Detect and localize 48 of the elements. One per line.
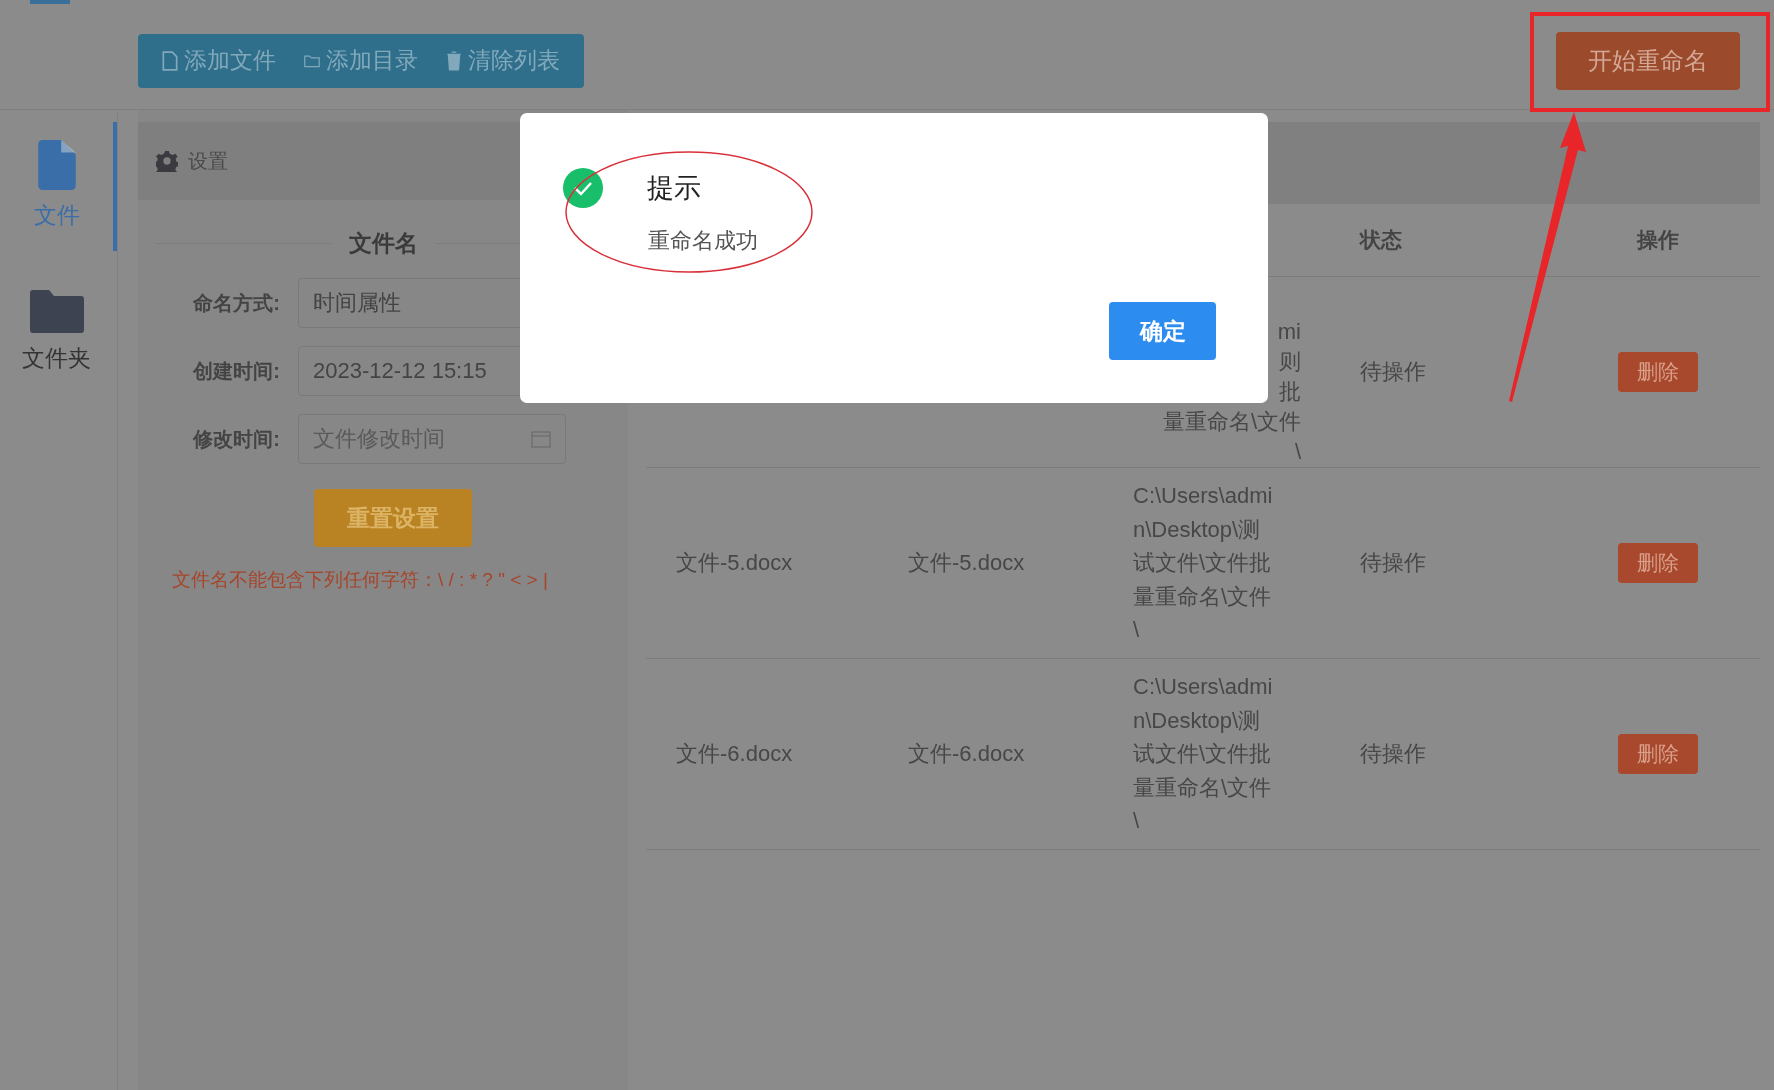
delete-button[interactable]: 删除	[1618, 734, 1698, 774]
confirm-button[interactable]: 确定	[1109, 302, 1216, 360]
path-text-line: C:\Users\admi	[1133, 673, 1273, 702]
toolbar-button[interactable]: 添加目录	[290, 45, 432, 76]
file-icon	[162, 50, 178, 71]
dialog-title: 提示	[647, 172, 701, 205]
warning-text: 文件名不能包含下列任何字符：\ / : * ? " < > |	[171, 568, 549, 592]
path-text-line: 量重命名\文件	[1133, 582, 1272, 611]
toolbar-button[interactable]: 添加文件	[148, 45, 290, 76]
table-cell: 文件-5.docx	[908, 550, 1025, 575]
status-cell: 待操作	[1360, 741, 1426, 766]
column-header: 状态	[1360, 228, 1402, 251]
trash-icon	[446, 50, 462, 71]
path-text-line: 则	[1279, 348, 1301, 376]
table-cell: 文件-5.docx	[676, 550, 793, 575]
path-text-line: n\Desktop\测	[1133, 706, 1261, 735]
section-title: 文件名	[348, 229, 418, 258]
path-text-line: \	[1133, 616, 1140, 645]
path-text-line: mi	[1277, 318, 1301, 346]
success-check-icon	[563, 168, 603, 208]
path-text-line: 量重命名\文件	[1133, 773, 1272, 802]
delete-button[interactable]: 删除	[1618, 352, 1698, 392]
path-text-line: C:\Users\admi	[1133, 482, 1273, 511]
sidebar-item[interactable]: 文件	[0, 122, 117, 251]
table-cell: 文件-6.docx	[908, 741, 1025, 766]
toolbar-button[interactable]: 清除列表	[432, 45, 574, 76]
delete-button[interactable]: 删除	[1618, 543, 1698, 583]
dialog-message: 重命名成功	[647, 227, 759, 255]
path-text-line: 量重命名\文件	[1162, 408, 1301, 436]
status-cell: 待操作	[1360, 550, 1426, 575]
column-header: 操作	[1637, 227, 1679, 253]
reset-settings-button[interactable]: 重置设置	[314, 489, 472, 547]
path-text-line: 试文件\文件批	[1133, 740, 1272, 769]
status-cell: 待操作	[1360, 359, 1426, 384]
path-text-line: n\Desktop\测	[1133, 515, 1261, 544]
settings-icon	[156, 150, 178, 172]
path-text-line: \	[1133, 807, 1140, 836]
path-text-line: 试文件\文件批	[1133, 549, 1272, 578]
path-text-line: \	[1294, 438, 1301, 466]
path-text-line: 批	[1279, 378, 1301, 406]
field-label: 命名方式:	[192, 290, 281, 316]
file-icon	[37, 140, 76, 190]
field-label: 创建时间:	[191, 358, 281, 384]
table-cell: 文件-6.docx	[676, 741, 793, 766]
start-rename-button[interactable]: 开始重命名	[1556, 31, 1740, 90]
field-label: 修改时间:	[192, 426, 281, 452]
sidebar-item[interactable]: 文件夹	[0, 271, 117, 394]
folder-icon	[29, 289, 84, 333]
